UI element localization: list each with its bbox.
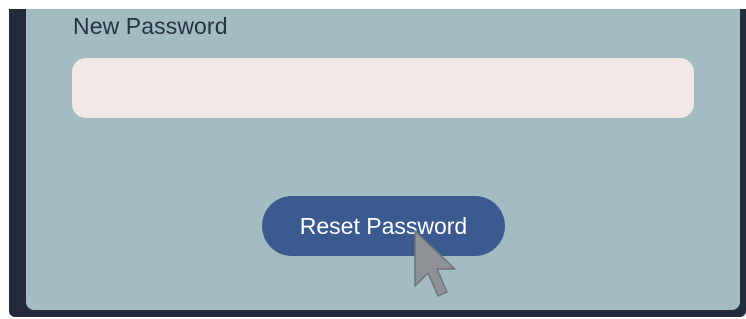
reset-password-button[interactable]: Reset Password: [262, 196, 505, 256]
reset-password-card: [26, 9, 740, 310]
new-password-input[interactable]: [72, 58, 694, 118]
new-password-label: New Password: [73, 13, 228, 39]
